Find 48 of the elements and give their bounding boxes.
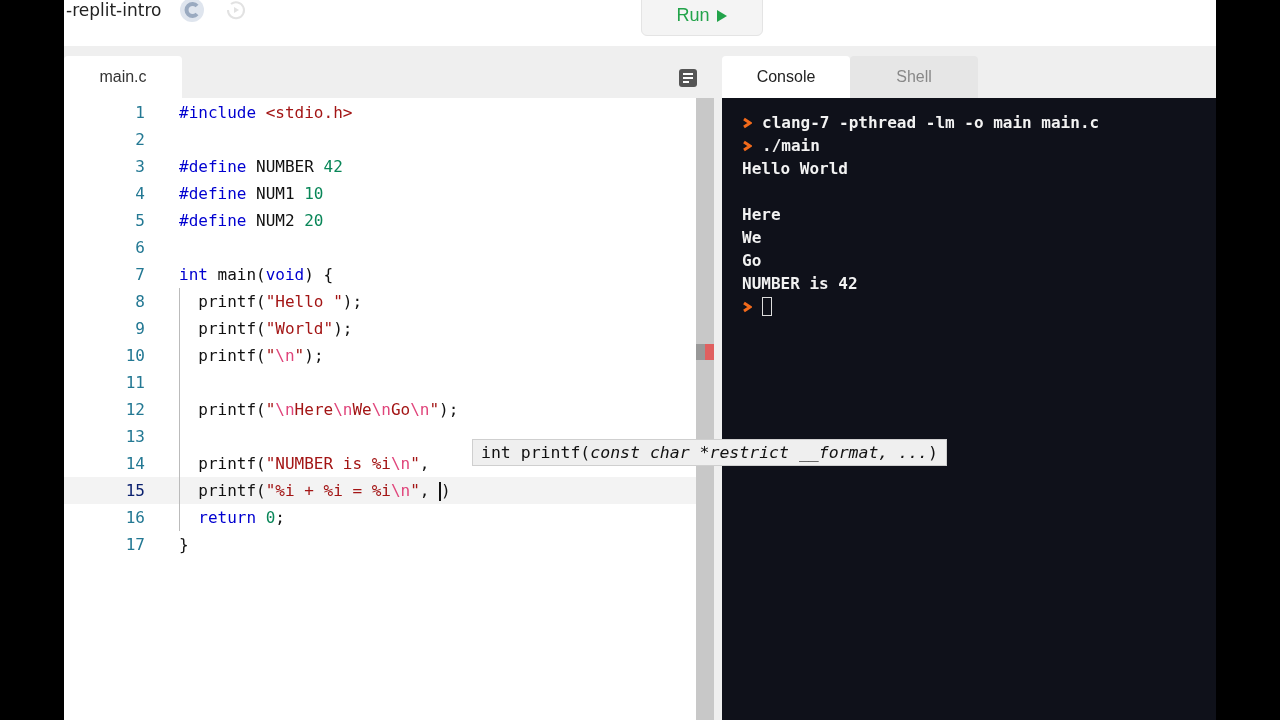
- console-command: ./main: [762, 136, 820, 155]
- panel-tab[interactable]: Console: [722, 56, 850, 98]
- console-output: NUMBER is 42: [742, 274, 858, 293]
- play-icon: [715, 8, 728, 23]
- line-number: 14: [124, 454, 145, 473]
- code-line: return 0;: [197, 508, 285, 527]
- language-icon: [179, 0, 206, 23]
- code-line: #define NUM2 20: [179, 211, 324, 230]
- line-number: 13: [124, 427, 145, 446]
- code-line: printf("World");: [197, 319, 353, 338]
- code-line: printf("%i + %i = %i\n", ): [197, 480, 451, 501]
- console-output: Hello World: [742, 159, 848, 178]
- terminal-cursor: [762, 297, 772, 316]
- prompt-icon: [742, 116, 752, 129]
- console-command: clang-7 -pthread -lm -o main main.c: [762, 113, 1100, 132]
- line-number: 3: [134, 157, 145, 176]
- line-number: 16: [124, 508, 145, 527]
- line-number: 15: [124, 481, 145, 500]
- line-number: 9: [134, 319, 145, 338]
- code-line: #define NUM1 10: [179, 184, 324, 203]
- line-number: 1: [134, 103, 145, 122]
- code-line: #define NUMBER 42: [179, 157, 343, 176]
- code-line: }: [179, 535, 189, 554]
- code-line: printf("\nHere\nWe\nGo\n");: [197, 400, 459, 419]
- prompt-icon: [742, 300, 752, 313]
- line-number: 7: [134, 265, 145, 284]
- line-number: 10: [124, 346, 145, 365]
- prompt-icon: [742, 139, 752, 152]
- line-number: 6: [134, 238, 145, 257]
- file-tab[interactable]: main.c: [64, 56, 182, 98]
- line-number: 4: [134, 184, 145, 203]
- line-number: 2: [134, 130, 145, 149]
- code-line: printf("Hello ");: [197, 292, 363, 311]
- code-line: int main(void) {: [179, 265, 334, 284]
- console-output: We: [742, 228, 762, 247]
- code-line: printf("\n");: [197, 346, 324, 365]
- code-line: printf("NUMBER is %i\n",: [197, 454, 430, 473]
- project-name: -replit-intro: [66, 0, 162, 20]
- format-icon[interactable]: [678, 68, 698, 88]
- console-output: Go: [742, 251, 762, 270]
- code-line: #include <stdio.h>: [179, 103, 353, 122]
- console-output: Here: [742, 205, 781, 224]
- line-number: 11: [124, 373, 145, 392]
- line-number: 17: [124, 535, 145, 554]
- line-number: 8: [134, 292, 145, 311]
- line-number: 5: [134, 211, 145, 230]
- signature-tooltip: int printf(const char *restrict __format, ...): [472, 439, 947, 466]
- line-number: 12: [124, 400, 145, 419]
